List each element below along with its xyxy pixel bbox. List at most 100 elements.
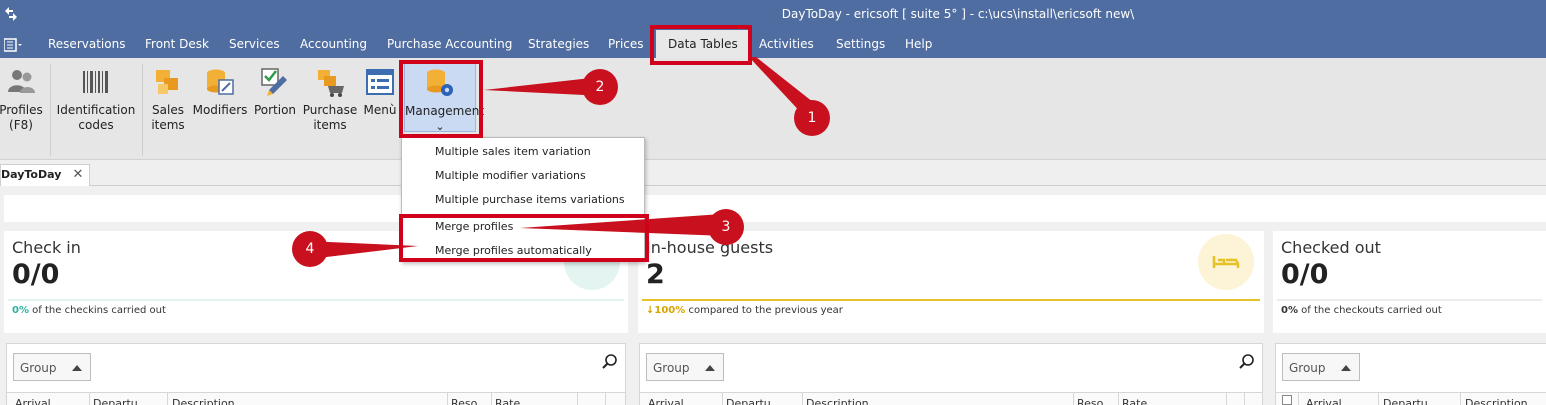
column-divider — [1298, 393, 1299, 405]
checkin-value: 0/0 — [12, 259, 60, 290]
column-departure[interactable]: Departu — [726, 397, 771, 405]
profiles-button[interactable]: Profiles (F8) — [0, 66, 46, 133]
column-arrival[interactable]: Arrival — [1306, 397, 1342, 405]
tab-label: DayToDay — [1, 168, 62, 181]
grid-header: Arrival Departu Description — [1276, 392, 1546, 405]
group-label: Group — [653, 361, 690, 375]
menu-button[interactable]: Menù — [360, 66, 400, 118]
column-reso[interactable]: Reso — [1077, 397, 1103, 405]
search-icon[interactable] — [601, 353, 619, 371]
checkin-note-pct: 0% — [12, 305, 29, 316]
sales-items-icon — [156, 70, 178, 94]
ribbon-separator — [142, 64, 143, 156]
column-departure[interactable]: Departu — [93, 397, 138, 405]
sales-items-button[interactable]: Sales items — [148, 66, 188, 133]
close-icon[interactable]: ✕ — [72, 167, 83, 182]
bed-icon — [1198, 234, 1254, 290]
menu-services[interactable]: Services — [229, 37, 280, 51]
profiles-label: Profiles (F8) — [0, 103, 43, 132]
menu-strategies[interactable]: Strategies — [528, 37, 589, 51]
column-divider — [1244, 393, 1245, 405]
purchase-items-button[interactable]: Purchase items — [302, 66, 358, 133]
column-rate[interactable]: Rate — [1122, 397, 1147, 405]
column-divider — [1226, 393, 1227, 405]
modifiers-button[interactable]: Modifiers — [192, 66, 248, 118]
profiles-icon — [8, 70, 35, 93]
column-arrival[interactable]: Arrival — [15, 397, 51, 405]
column-divider — [1378, 393, 1379, 405]
identification-codes-button[interactable]: Identification codes — [56, 66, 136, 133]
column-divider — [802, 393, 803, 405]
checkout-note: 0% of the checkouts carried out — [1281, 305, 1442, 316]
checkin-note-text: of the checkins carried out — [32, 305, 166, 316]
select-all-checkbox[interactable] — [1282, 395, 1292, 405]
highlight-data-tables — [650, 25, 752, 65]
inhouse-grid: Group Arrival Departu Description Reso R… — [639, 343, 1263, 405]
portion-label: Portion — [253, 103, 297, 117]
menu-item-multiple-purchase-items-variations[interactable]: Multiple purchase items variations — [435, 193, 625, 206]
menu-front-desk[interactable]: Front Desk — [145, 37, 209, 51]
column-arrival[interactable]: Arrival — [648, 397, 684, 405]
column-reso[interactable]: Reso — [451, 397, 477, 405]
menu-accounting[interactable]: Accounting — [300, 37, 367, 51]
filter-strip — [4, 195, 1546, 222]
annotation-marker-4: 4 — [292, 231, 328, 267]
inhouse-note: ↓100% compared to the previous year — [646, 305, 843, 316]
modifiers-label: Modifiers — [192, 103, 248, 117]
search-icon[interactable] — [1238, 353, 1256, 371]
group-dropdown[interactable]: Group — [13, 353, 91, 381]
column-departure[interactable]: Departu — [1383, 397, 1428, 405]
menu-prices[interactable]: Prices — [608, 37, 644, 51]
menu-help[interactable]: Help — [905, 37, 932, 51]
menu-activities[interactable]: Activities — [759, 37, 814, 51]
portion-icon — [261, 68, 287, 96]
column-description[interactable]: Description — [806, 397, 869, 405]
menu-settings[interactable]: Settings — [836, 37, 885, 51]
checkout-card: Checked out 0/0 0% of the checkouts carr… — [1273, 231, 1546, 333]
identification-codes-label: Identification codes — [56, 103, 136, 132]
annotation-marker-1: 1 — [794, 100, 830, 136]
checkout-note-pct: 0% — [1281, 305, 1298, 316]
column-rate[interactable]: Rate — [495, 397, 520, 405]
barcode-icon — [83, 71, 108, 93]
inhouse-note-pct: ↓100% — [646, 305, 686, 316]
group-dropdown[interactable]: Group — [1282, 353, 1360, 381]
checkout-progress — [1277, 299, 1542, 301]
checkout-note-text: of the checkouts carried out — [1301, 305, 1442, 316]
menu-list-icon — [366, 69, 394, 95]
checkin-progress — [8, 299, 624, 301]
group-dropdown[interactable]: Group — [646, 353, 724, 381]
checkin-note: 0% of the checkins carried out — [12, 305, 166, 316]
checkout-grid: Group Arrival Departu Description — [1275, 343, 1546, 405]
column-divider — [577, 393, 578, 405]
purchase-items-label: Purchase items — [302, 103, 358, 132]
menu-purchase-accounting[interactable]: Purchase Accounting — [387, 37, 512, 51]
annotation-marker-3: 3 — [708, 209, 744, 245]
menu-item-multiple-modifier-variations[interactable]: Multiple modifier variations — [435, 169, 586, 182]
column-description[interactable]: Description — [172, 397, 235, 405]
checkin-grid: Group Arrival Departu Description Reso R… — [6, 343, 626, 405]
ribbon-separator — [50, 64, 51, 156]
modifiers-icon — [207, 69, 234, 95]
menu-bar: Reservations Front Desk Services Account… — [0, 30, 1546, 58]
tab-daytoday[interactable]: DayToDay ✕ — [0, 164, 91, 186]
window-title: DayToDay - ericsoft [ suite 5° ] - c:\uc… — [781, 7, 1135, 21]
triangle-up-icon — [1341, 365, 1351, 371]
inhouse-value: 2 — [646, 259, 665, 290]
column-divider — [89, 393, 90, 405]
menu-reservations[interactable]: Reservations — [48, 37, 125, 51]
column-divider — [1460, 393, 1461, 405]
purchase-items-icon — [318, 70, 344, 97]
annotation-marker-2: 2 — [582, 69, 618, 105]
portion-button[interactable]: Portion — [252, 66, 298, 118]
column-divider — [1073, 393, 1074, 405]
title-bar: DayToDay - ericsoft [ suite 5° ] - c:\uc… — [0, 0, 1546, 30]
menu-item-multiple-sales-item-variation[interactable]: Multiple sales item variation — [435, 145, 591, 158]
grid-header: Arrival Departu Description Reso Rate — [640, 392, 1262, 405]
app-menu-icon[interactable] — [4, 38, 22, 52]
highlight-management — [399, 60, 483, 138]
triangle-up-icon — [705, 365, 715, 371]
column-description[interactable]: Description — [1465, 397, 1528, 405]
group-label: Group — [1289, 361, 1326, 375]
column-divider — [722, 393, 723, 405]
